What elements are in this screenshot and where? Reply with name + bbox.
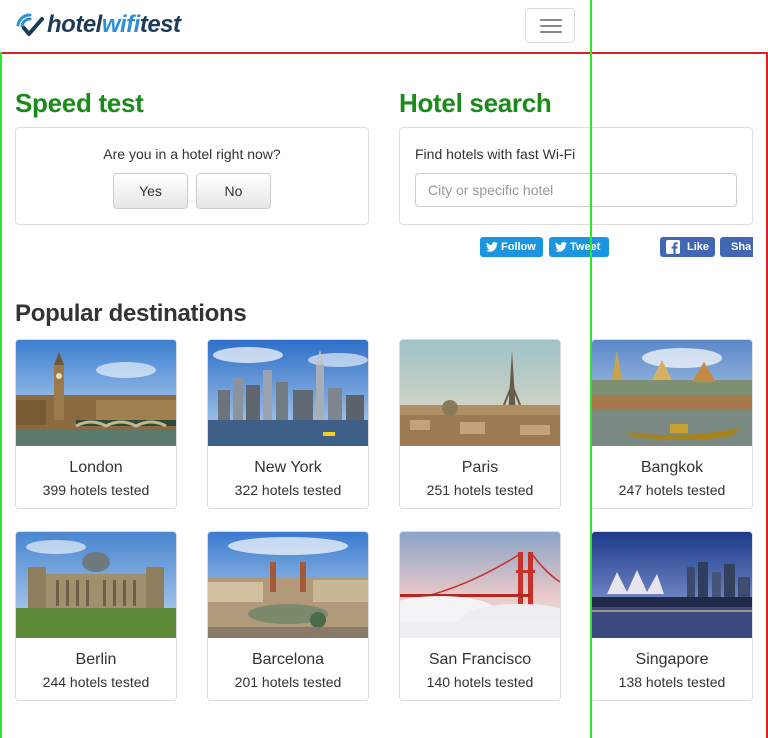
destination-card-london[interactable]: London 399 hotels tested: [15, 339, 177, 509]
destination-city: New York: [254, 459, 322, 476]
destination-count: 244 hotels tested: [42, 674, 150, 690]
destination-city: Berlin: [75, 651, 117, 668]
destination-city: Paris: [461, 459, 499, 476]
barcelona-photo: [208, 532, 368, 638]
guide-line-green-left: [0, 52, 2, 738]
destination-city: San Francisco: [428, 651, 532, 668]
share-label: Sha: [731, 241, 752, 253]
destination-card-paris[interactable]: Paris 251 hotels tested: [399, 339, 561, 509]
no-button[interactable]: No: [196, 173, 271, 209]
destination-count: 322 hotels tested: [234, 482, 342, 498]
destination-count: 201 hotels tested: [234, 674, 342, 690]
facebook-icon: [666, 240, 680, 254]
like-label: Like: [687, 241, 710, 253]
tweet-label: Tweet: [570, 241, 601, 253]
destination-city: Bangkok: [640, 459, 704, 476]
destination-card-san-francisco[interactable]: San Francisco 140 hotels tested: [399, 531, 561, 701]
destination-count: 247 hotels tested: [618, 482, 726, 498]
destination-city: Singapore: [635, 651, 709, 668]
speed-test-panel: Are you in a hotel right now? Yes No: [15, 127, 369, 225]
destination-card-barcelona[interactable]: Barcelona 201 hotels tested: [207, 531, 369, 701]
hotel-search-heading: Hotel search: [399, 88, 552, 118]
destination-card-berlin[interactable]: Berlin 244 hotels tested: [15, 531, 177, 701]
hamburger-icon: [540, 19, 562, 21]
hotel-search-input[interactable]: [415, 173, 737, 207]
wifi-check-logo-icon: [16, 13, 44, 36]
guide-line-green-right: [590, 0, 592, 738]
hotel-search-label: Find hotels with fast Wi-Fi: [415, 146, 576, 162]
destination-card-new-york[interactable]: New York 322 hotels tested: [207, 339, 369, 509]
destination-count: 140 hotels tested: [426, 674, 534, 690]
twitter-bird-icon: [555, 242, 567, 252]
destination-count: 399 hotels tested: [42, 482, 150, 498]
twitter-tweet-button[interactable]: Tweet: [549, 237, 609, 257]
popular-destinations-heading: Popular destinations: [15, 300, 247, 327]
san-francisco-photo: [400, 532, 560, 638]
hotel-search-panel: Find hotels with fast Wi-Fi: [399, 127, 753, 225]
destination-count: 251 hotels tested: [426, 482, 534, 498]
speed-test-question: Are you in a hotel right now?: [103, 146, 281, 162]
paris-photo: [400, 340, 560, 446]
destination-city: London: [69, 459, 123, 476]
bangkok-photo: [592, 340, 752, 446]
navbar: hotelwifitest: [0, 0, 768, 53]
new-york-photo: [208, 340, 368, 446]
singapore-photo: [592, 532, 752, 638]
london-photo: [16, 340, 176, 446]
hamburger-icon: [540, 31, 562, 33]
facebook-like-button[interactable]: Like: [660, 237, 715, 257]
berlin-photo: [16, 532, 176, 638]
follow-label: Follow: [501, 241, 536, 253]
twitter-bird-icon: [486, 242, 498, 252]
guide-line-red-horizontal: [0, 52, 768, 54]
hamburger-icon: [540, 25, 562, 27]
destination-card-singapore[interactable]: Singapore 138 hotels tested: [591, 531, 753, 701]
site-logo[interactable]: hotelwifitest: [15, 10, 181, 40]
destination-count: 138 hotels tested: [618, 674, 726, 690]
destination-city: Barcelona: [251, 651, 325, 668]
destination-card-bangkok[interactable]: Bangkok 247 hotels tested: [591, 339, 753, 509]
logo-wordmark: hotelwifitest: [47, 11, 181, 38]
twitter-follow-button[interactable]: Follow: [480, 237, 543, 257]
menu-toggle-button[interactable]: [525, 8, 575, 43]
yes-button[interactable]: Yes: [113, 173, 188, 209]
facebook-share-button[interactable]: Sha: [720, 237, 753, 257]
speed-test-heading: Speed test: [15, 88, 144, 118]
